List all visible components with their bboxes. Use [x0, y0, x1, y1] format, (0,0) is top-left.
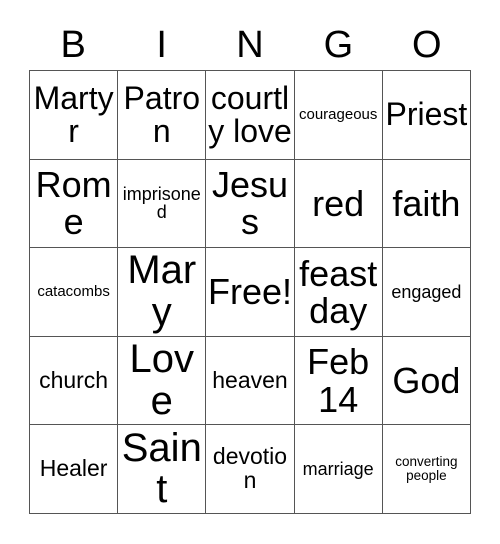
bingo-cell[interactable]: courtly love [206, 71, 295, 160]
bingo-cell-label: converting people [395, 454, 458, 484]
bingo-cell[interactable]: catacombs [30, 248, 119, 337]
bingo-cell-label: Rome [35, 163, 112, 243]
bingo-cell[interactable]: feast day [294, 248, 383, 337]
bingo-cell[interactable]: Mary [118, 248, 207, 337]
bingo-cell[interactable]: Martyr [30, 71, 119, 160]
bingo-card: B I N G O Martyr Patron courtly love courageous… [0, 0, 500, 544]
bingo-cell-label: church [39, 366, 109, 393]
bingo-cell-label: imprisoned [122, 183, 201, 223]
bingo-header-row: BINGO [29, 20, 471, 70]
bingo-cell[interactable]: Patron [118, 71, 207, 160]
bingo-cell-label: Healer [39, 455, 108, 482]
bingo-cell[interactable]: faith [382, 159, 471, 249]
bingo-cell[interactable]: Love [118, 336, 207, 426]
bingo-cell-label: Jesus [211, 163, 289, 243]
bingo-cell[interactable]: converting people [382, 425, 471, 514]
bingo-cell-label: courageous [298, 106, 378, 123]
bingo-cell[interactable]: Saint [118, 425, 207, 514]
bingo-cell-label: faith [392, 182, 461, 224]
bingo-cell[interactable]: Jesus [206, 159, 295, 249]
bingo-cell-label: God [392, 359, 461, 401]
bingo-cell[interactable]: red [294, 159, 383, 249]
bingo-cell-label: catacombs [37, 283, 110, 301]
bingo-cell[interactable]: heaven [206, 336, 295, 426]
bingo-header-letter-o: O [412, 24, 442, 66]
bingo-cell-label: marriage [302, 458, 374, 479]
bingo-cell-label: Free! [207, 271, 292, 313]
bingo-cell-label: Saint [121, 425, 202, 512]
bingo-cell[interactable]: church [30, 336, 119, 426]
bingo-cell[interactable]: Feb 14 [294, 336, 383, 426]
bingo-cell[interactable]: courageous [294, 71, 383, 160]
bingo-header-letter-i: I [156, 24, 167, 66]
bingo-cell[interactable]: Rome [30, 159, 119, 249]
bingo-cell[interactable]: imprisoned [118, 159, 207, 249]
bingo-cell-label: Patron [123, 79, 201, 149]
bingo-cell[interactable]: Healer [30, 425, 119, 514]
bingo-cell[interactable]: marriage [294, 425, 383, 514]
bingo-cell-label: Martyr [33, 79, 114, 149]
bingo-cell-label: Feb 14 [307, 341, 370, 420]
bingo-cell[interactable]: Priest [382, 71, 471, 160]
bingo-cell-label: devotion [212, 443, 288, 494]
bingo-cell-label: feast day [299, 252, 378, 331]
bingo-cell[interactable]: engaged [382, 248, 471, 337]
bingo-cell-label: heaven [212, 366, 288, 393]
bingo-cell-label: courtly love [208, 79, 292, 149]
bingo-header-letter-n: N [236, 24, 264, 66]
bingo-cell[interactable]: God [382, 336, 471, 426]
bingo-header-letter-g: G [323, 24, 354, 66]
bingo-cell-label: engaged [391, 281, 462, 302]
bingo-cell-label: Priest [385, 96, 468, 133]
bingo-cell[interactable]: devotion [206, 425, 295, 514]
bingo-grid: Martyr Patron courtly love courageous Priest… [29, 70, 471, 514]
bingo-cell-label: Love [129, 337, 195, 423]
bingo-header-letter-b: B [60, 24, 86, 66]
bingo-cell-label: Mary [127, 248, 197, 334]
bingo-cell[interactable]: Free! [206, 248, 295, 337]
bingo-cell-label: red [312, 182, 365, 224]
